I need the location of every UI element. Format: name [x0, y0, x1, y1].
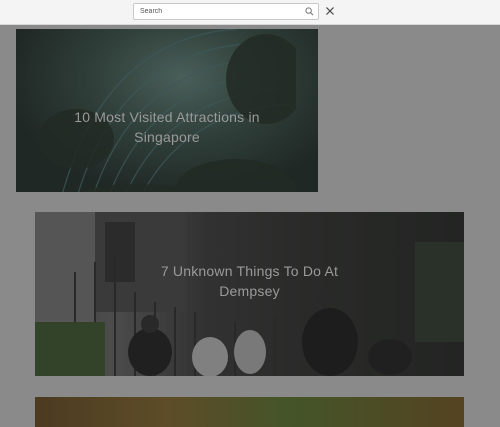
- search-bar: [0, 0, 500, 25]
- article-title[interactable]: 7 Unknown Things To Do At Dempsey: [35, 261, 464, 301]
- page-content: 10 Most Visited Attractions in Singapore: [0, 0, 500, 427]
- article-title[interactable]: 10 Most Visited Attractions in Singapore: [16, 107, 318, 147]
- article-card[interactable]: 7 Unknown Things To Do At Dempsey: [35, 212, 464, 376]
- article-card[interactable]: 10 Most Visited Attractions in Singapore: [16, 29, 318, 192]
- close-button[interactable]: [323, 4, 337, 18]
- search-input[interactable]: [140, 4, 300, 19]
- search-icon[interactable]: [305, 7, 314, 16]
- close-icon: [326, 7, 334, 15]
- article-card[interactable]: [35, 397, 464, 427]
- article-overlay: [35, 397, 464, 427]
- search-box[interactable]: [133, 3, 319, 20]
